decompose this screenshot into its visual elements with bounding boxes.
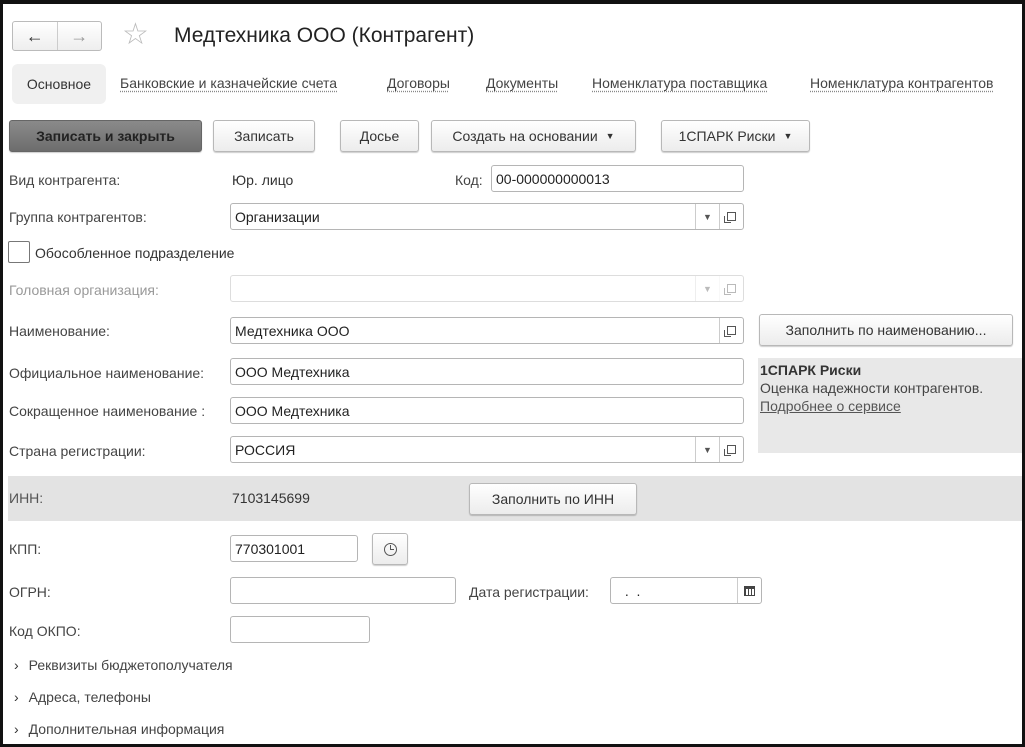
forward-button[interactable]: →	[58, 22, 102, 50]
open-icon[interactable]	[719, 437, 743, 462]
value: РОССИЯ	[235, 441, 296, 458]
dropdown-icon[interactable]: ▼	[695, 437, 719, 462]
code-label: Код:	[455, 172, 483, 188]
value: Медтехника ООО	[235, 322, 350, 339]
label: Адреса, телефоны	[28, 689, 151, 705]
separate-label: Обособленное подразделение	[35, 245, 235, 261]
save-close-button[interactable]: Записать и закрыть	[9, 120, 202, 152]
inn-label: ИНН:	[9, 490, 44, 506]
country-select[interactable]: РОССИЯ ▼	[230, 436, 744, 463]
tab-bank-accounts[interactable]: Банковские и казначейские счета	[120, 75, 337, 91]
head-org-select: ▼	[230, 275, 744, 302]
value: 770301001	[235, 540, 306, 557]
section-budget[interactable]: › Реквизиты бюджетополучателя	[14, 657, 233, 673]
dossier-button[interactable]: Досье	[340, 120, 419, 152]
chevron-right-icon: ›	[14, 721, 19, 737]
open-icon	[719, 276, 743, 301]
okpo-label: Код ОКПО:	[9, 623, 81, 639]
value: 00-000000000013	[496, 170, 610, 187]
fill-by-name-button[interactable]: Заполнить по наименованию...	[759, 314, 1013, 346]
dropdown-icon[interactable]: ▼	[695, 204, 719, 229]
inn-value: 7103145699	[232, 490, 310, 506]
save-button[interactable]: Записать	[213, 120, 315, 152]
dropdown-icon: ▼	[695, 276, 719, 301]
label: 1СПАРК Риски	[678, 128, 776, 144]
open-icon[interactable]	[719, 318, 743, 343]
chevron-right-icon: ›	[14, 657, 19, 673]
value: Организации	[235, 208, 320, 225]
spark-panel: 1СПАРК Риски Оценка надежности контраген…	[758, 358, 1022, 453]
tab-main[interactable]: Основное	[12, 64, 106, 104]
label: Дополнительная информация	[28, 721, 225, 737]
label: Досье	[359, 128, 400, 144]
ogrn-label: ОГРН:	[9, 584, 51, 600]
spark-button[interactable]: 1СПАРК Риски ▼	[661, 120, 810, 152]
official-name-label: Официальное наименование:	[9, 365, 205, 381]
dropdown-icon: ▼	[605, 131, 615, 141]
okpo-input[interactable]	[230, 616, 370, 643]
group-select[interactable]: Организации ▼	[230, 203, 744, 230]
value: . .	[621, 582, 641, 599]
page-title: Медтехника ООО (Контрагент)	[174, 24, 475, 47]
label: Заполнить по наименованию...	[785, 322, 987, 338]
star-icon[interactable]: ☆	[122, 17, 149, 52]
kind-label: Вид контрагента:	[9, 172, 121, 188]
back-button[interactable]: ←	[13, 22, 58, 50]
tab-documents[interactable]: Документы	[486, 75, 558, 91]
fill-by-inn-button[interactable]: Заполнить по ИНН	[469, 483, 637, 515]
official-name-input[interactable]: ООО Медтехника	[230, 358, 744, 385]
spark-desc: Оценка надежности контрагентов.	[760, 380, 984, 396]
section-addresses[interactable]: › Адреса, телефоны	[14, 689, 151, 705]
separate-checkbox[interactable]	[8, 241, 30, 263]
chevron-right-icon: ›	[14, 689, 19, 705]
short-name-label: Сокращенное наименование :	[9, 403, 206, 419]
spark-link[interactable]: Подробнее о сервисе	[760, 397, 1020, 415]
value: ООО Медтехника	[235, 402, 350, 419]
kind-value: Юр. лицо	[232, 172, 294, 188]
label: Записать	[234, 128, 294, 144]
tab-supplier-nomenclature[interactable]: Номенклатура поставщика	[592, 75, 767, 91]
code-input[interactable]: 00-000000000013	[491, 165, 744, 192]
tab-contracts[interactable]: Договоры	[387, 75, 450, 91]
label: Записать и закрыть	[36, 128, 175, 144]
kpp-label: КПП:	[9, 541, 42, 557]
history-icon	[383, 542, 397, 556]
calendar-icon[interactable]	[737, 578, 761, 603]
label: Создать на основании	[452, 128, 598, 144]
name-label: Наименование:	[9, 323, 110, 339]
reg-date-input[interactable]: . .	[610, 577, 762, 604]
head-org-label: Головная организация:	[9, 282, 159, 298]
history-button[interactable]	[372, 533, 408, 565]
tab-label: Основное	[26, 76, 92, 92]
ogrn-input[interactable]	[230, 577, 456, 604]
open-icon[interactable]	[719, 204, 743, 229]
reg-date-label: Дата регистрации:	[469, 584, 589, 600]
kpp-input[interactable]: 770301001	[230, 535, 358, 562]
label: Реквизиты бюджетополучателя	[28, 657, 233, 673]
create-based-button[interactable]: Создать на основании ▼	[431, 120, 636, 152]
short-name-input[interactable]: ООО Медтехника	[230, 397, 744, 424]
value: ООО Медтехника	[235, 363, 350, 380]
country-label: Страна регистрации:	[9, 443, 146, 459]
tab-counterparty-nomenclature[interactable]: Номенклатура контрагентов	[810, 75, 993, 91]
nav-buttons: ← →	[12, 21, 102, 51]
dropdown-icon: ▼	[783, 131, 793, 141]
spark-title: 1СПАРК Риски	[760, 362, 862, 378]
label: Заполнить по ИНН	[491, 491, 615, 507]
section-additional[interactable]: › Дополнительная информация	[14, 721, 224, 737]
group-label: Группа контрагентов:	[9, 209, 147, 225]
name-input[interactable]: Медтехника ООО	[230, 317, 744, 344]
